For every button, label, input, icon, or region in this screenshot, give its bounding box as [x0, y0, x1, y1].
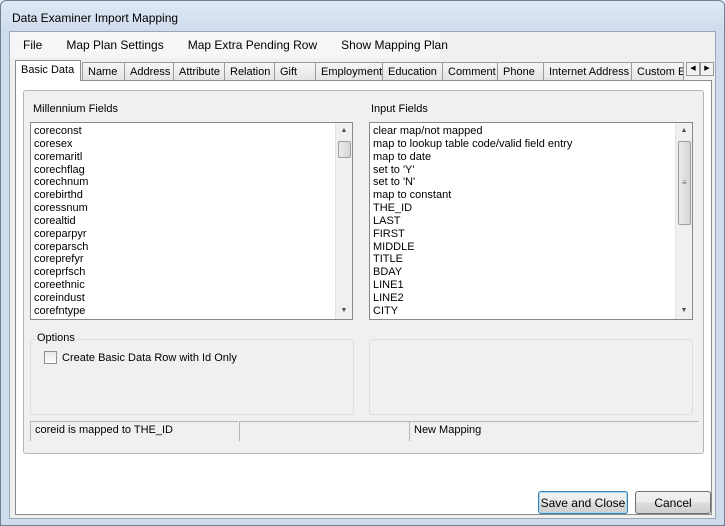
basic-data-id-only-checkbox[interactable] — [44, 351, 57, 364]
input-field-item[interactable]: set to 'Y' — [373, 164, 692, 177]
basic-data-id-only-label: Create Basic Data Row with Id Only — [62, 352, 237, 364]
scroll-thumb[interactable] — [338, 141, 351, 158]
menu-bar: File Map Plan Settings Map Extra Pending… — [10, 32, 448, 58]
millennium-field-item[interactable]: coreconst — [34, 125, 352, 138]
basic-data-panel: Millennium Fields coreconst coresex corema… — [15, 80, 712, 515]
mode-status: New Mapping — [409, 421, 699, 441]
millennium-field-item[interactable]: coreparsch — [34, 241, 352, 254]
tab-education[interactable]: Education — [382, 62, 443, 80]
input-field-item[interactable]: map to date — [373, 151, 692, 164]
input-field-item[interactable]: LINE1 — [373, 279, 692, 292]
input-field-item[interactable]: MIDDLE — [373, 241, 692, 254]
input-fields-scrollbar[interactable]: ▲ ≡ ▼ — [675, 123, 692, 319]
status-bar: coreid is mapped to THE_ID New Mapping — [30, 421, 700, 441]
millennium-field-item[interactable]: coreethnic — [34, 279, 352, 292]
millennium-field-item[interactable]: coreparpyr — [34, 228, 352, 241]
save-and-close-button[interactable]: Save and Close — [538, 491, 628, 514]
scroll-up-icon[interactable]: ▲ — [336, 123, 352, 139]
millennium-field-item[interactable]: coresex — [34, 138, 352, 151]
millennium-fields-label: Millennium Fields — [33, 103, 118, 115]
options-groupbox: Options Create Basic Data Row with Id On… — [30, 332, 354, 415]
millennium-field-item[interactable]: coremaritl — [34, 151, 352, 164]
window-client-area: File Map Plan Settings Map Extra Pending… — [9, 31, 716, 519]
scroll-grip-icon: ≡ — [682, 178, 687, 187]
cancel-button[interactable]: Cancel — [635, 491, 711, 514]
options-title: Options — [35, 332, 77, 344]
millennium-field-item[interactable]: corechnum — [34, 176, 352, 189]
input-field-item[interactable]: map to constant — [373, 189, 692, 202]
status-middle — [239, 421, 409, 441]
menu-show-mapping-plan[interactable]: Show Mapping Plan — [327, 38, 458, 52]
millennium-field-item[interactable]: corebirthd — [34, 189, 352, 202]
tab-attribute[interactable]: Attribute — [173, 62, 225, 80]
millennium-fields-list[interactable]: coreconst coresex coremaritl corechflag core… — [30, 122, 353, 320]
tab-scroll-left-icon[interactable]: ◀ — [686, 62, 700, 76]
tab-scroll-right-icon[interactable]: ▶ — [700, 62, 714, 76]
millennium-field-item[interactable]: corechflag — [34, 164, 352, 177]
menu-map-extra-pending-row[interactable]: Map Extra Pending Row — [174, 38, 327, 52]
tab-basic-data[interactable]: Basic Data — [15, 60, 81, 81]
input-fields-list[interactable]: clear map/not mapped map to lookup table … — [369, 122, 693, 320]
input-field-item[interactable]: BDAY — [373, 266, 692, 279]
millennium-field-item[interactable]: coreindust — [34, 292, 352, 305]
tab-custom[interactable]: Custom E — [631, 62, 684, 80]
input-field-item[interactable]: CITY — [373, 305, 692, 318]
millennium-field-item[interactable]: coressnum — [34, 202, 352, 215]
tab-strip: Basic Data Name Address Attribute Relati… — [15, 60, 715, 81]
input-field-item[interactable]: THE_ID — [373, 202, 692, 215]
menu-file[interactable]: File — [10, 38, 52, 52]
scroll-down-icon[interactable]: ▼ — [676, 303, 692, 319]
millennium-fields-scrollbar[interactable]: ▲ ▼ — [335, 123, 352, 319]
tab-relation[interactable]: Relation — [224, 62, 275, 80]
scroll-thumb[interactable]: ≡ — [678, 141, 691, 225]
input-field-item[interactable]: clear map/not mapped — [373, 125, 692, 138]
input-field-item[interactable]: TITLE — [373, 253, 692, 266]
millennium-field-item[interactable]: coreprefyr — [34, 253, 352, 266]
details-groupbox — [369, 339, 693, 415]
tab-phone[interactable]: Phone — [497, 62, 544, 80]
menu-map-plan-settings[interactable]: Map Plan Settings — [52, 38, 173, 52]
mapping-status: coreid is mapped to THE_ID — [30, 421, 238, 441]
tab-gift[interactable]: Gift — [274, 62, 316, 80]
millennium-field-item[interactable]: corealtid — [34, 215, 352, 228]
mapping-group: Millennium Fields coreconst coresex corema… — [23, 90, 704, 454]
input-field-item[interactable]: set to 'N' — [373, 176, 692, 189]
scroll-down-icon[interactable]: ▼ — [336, 303, 352, 319]
input-field-item[interactable]: LAST — [373, 215, 692, 228]
input-field-item[interactable]: FIRST — [373, 228, 692, 241]
millennium-field-item[interactable]: corefntype — [34, 305, 352, 318]
input-field-item[interactable]: LINE2 — [373, 292, 692, 305]
tab-address[interactable]: Address — [124, 62, 174, 80]
scroll-up-icon[interactable]: ▲ — [676, 123, 692, 139]
tab-comment[interactable]: Comment — [442, 62, 498, 80]
import-mapping-window: Data Examiner Import Mapping File Map Pl… — [0, 0, 725, 526]
millennium-field-item[interactable]: coreprfsch — [34, 266, 352, 279]
tab-employment[interactable]: Employment — [315, 62, 383, 80]
window-title: Data Examiner Import Mapping — [12, 11, 179, 25]
input-field-item[interactable]: map to lookup table code/valid field ent… — [373, 138, 692, 151]
input-fields-label: Input Fields — [371, 103, 428, 115]
tab-internet-address[interactable]: Internet Address — [543, 62, 632, 80]
tab-name[interactable]: Name — [82, 62, 125, 80]
